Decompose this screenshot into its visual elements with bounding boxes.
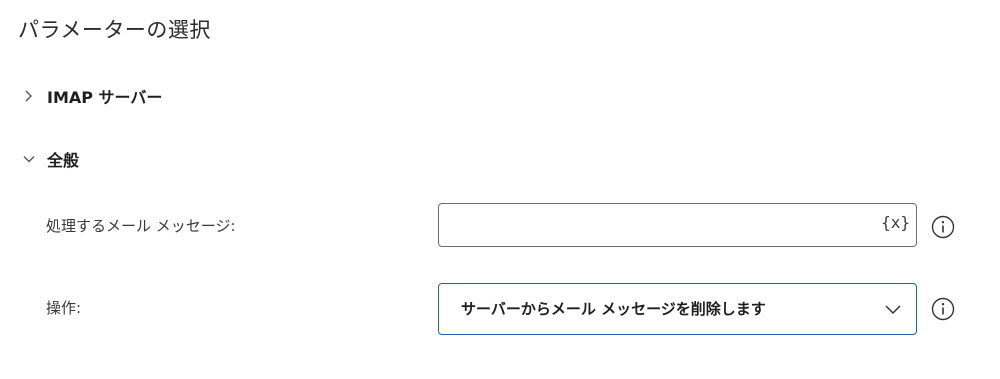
operation-dropdown[interactable]: サーバーからメール メッセージを削除します <box>438 283 917 335</box>
email-messages-input[interactable]: {x} <box>438 203 917 247</box>
section-imap-server-label: IMAP サーバー <box>47 88 163 107</box>
operation-label: 操作: <box>46 299 82 317</box>
variable-button[interactable]: {x} <box>881 213 910 232</box>
section-imap-server[interactable]: IMAP サーバー <box>22 84 162 108</box>
chevron-down-icon <box>885 305 901 315</box>
parameters-panel: パラメーターの選択 IMAP サーバー 全般 処理するメール メッセージ: {x… <box>0 0 1000 379</box>
page-title: パラメーターの選択 <box>18 18 211 42</box>
info-icon[interactable] <box>930 214 956 240</box>
info-icon[interactable] <box>930 296 956 322</box>
email-messages-label: 処理するメール メッセージ: <box>46 217 236 235</box>
section-general[interactable]: 全般 <box>22 147 79 171</box>
section-general-label: 全般 <box>47 151 80 170</box>
chevron-right-icon <box>25 90 32 102</box>
chevron-down-icon <box>23 156 35 163</box>
operation-selected-value: サーバーからメール メッセージを削除します <box>461 300 766 318</box>
